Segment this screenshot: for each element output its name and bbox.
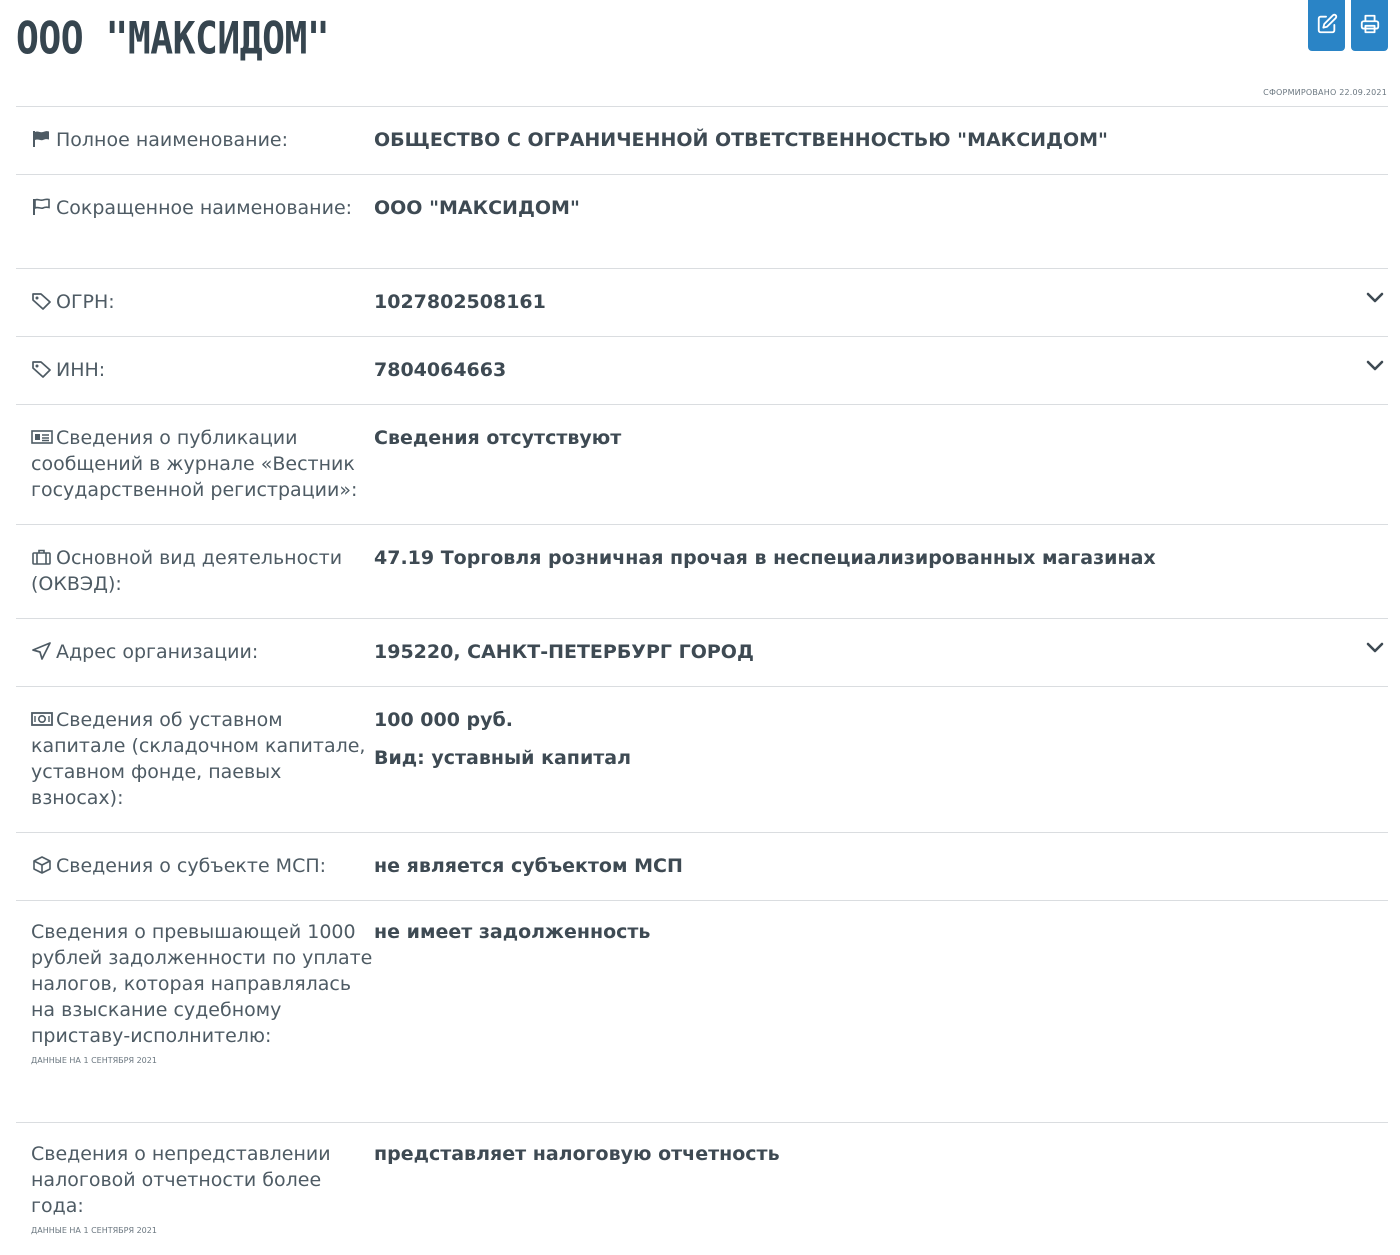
row-value: 7804064663 — [374, 359, 507, 381]
row-value: 47.19 Торговля розничная прочая в неспец… — [374, 547, 1156, 569]
row-ogrn[interactable]: ОГРН: 1027802508161 — [16, 269, 1388, 337]
row-label: Сокращенное наименование: — [16, 175, 374, 268]
tag-icon — [31, 292, 53, 310]
row-inn[interactable]: ИНН: 7804064663 — [16, 337, 1388, 405]
edit-icon — [1316, 13, 1338, 39]
row-label: Сведения об уставном капитале (складочно… — [31, 709, 366, 809]
flag-filled-icon — [31, 130, 53, 148]
row-value: не имеет задолженность — [374, 921, 651, 943]
print-button[interactable] — [1351, 0, 1388, 51]
capital-type: Вид: уставный капитал — [374, 747, 632, 769]
row-value: 100 000 руб. Вид: уставный капитал — [374, 687, 1388, 832]
row-label: Сведения о непредставлении налоговой отч… — [16, 1123, 374, 1255]
row-address[interactable]: Адрес организации: 195220, САНКТ-ПЕТЕРБУ… — [16, 619, 1388, 687]
row-label: Сведения о превышающей 1000 рублей задол… — [31, 921, 373, 1065]
row-value: ООО "МАКСИДОМ" — [374, 197, 580, 219]
row-tax-reporting: Сведения о непредставлении налоговой отч… — [16, 1123, 1388, 1255]
row-label: Адрес организации: — [16, 619, 374, 686]
edit-button[interactable] — [1308, 0, 1345, 51]
generated-date: СФОРМИРОВАНО 22.09.2021 — [1263, 88, 1387, 97]
data-date-note: ДАННЫЕ НА 1 СЕНТЯБРЯ 2021 — [31, 1056, 157, 1065]
location-arrow-icon — [31, 642, 53, 660]
row-value: 195220, САНКТ-ПЕТЕРБУРГ ГОРОД — [374, 641, 754, 663]
row-msp: Сведения о субъекте МСП: не является суб… — [16, 833, 1388, 901]
row-publications: Сведения о публикации сообщений в журнал… — [16, 405, 1388, 525]
page-title: ООО "МАКСИДОМ" — [16, 12, 330, 64]
chevron-down-icon[interactable] — [1366, 291, 1384, 305]
row-label: ИНН: — [16, 337, 374, 404]
row-short-name: Сокращенное наименование: ООО "МАКСИДОМ" — [16, 175, 1388, 269]
row-value: ОБЩЕСТВО С ОГРАНИЧЕННОЙ ОТВЕТСТВЕННОСТЬЮ… — [374, 129, 1108, 151]
row-label: Полное наименование: — [16, 107, 374, 174]
row-value: 1027802508161 — [374, 291, 546, 313]
row-label: Сведения о субъекте МСП: — [16, 833, 374, 900]
row-tax-debt: Сведения о превышающей 1000 рублей задол… — [16, 901, 1388, 1123]
row-label: ОГРН: — [16, 269, 374, 336]
company-details-table: Полное наименование: ОБЩЕСТВО С ОГРАНИЧЕ… — [16, 106, 1388, 1255]
chevron-down-icon[interactable] — [1366, 359, 1384, 373]
row-label: Сведения о публикации сообщений в журнал… — [31, 427, 358, 501]
newspaper-icon — [31, 428, 53, 446]
briefcase-icon — [31, 548, 53, 566]
money-bill-icon — [31, 710, 53, 728]
tag-icon — [31, 360, 53, 378]
row-value: Сведения отсутствуют — [374, 427, 622, 449]
row-value: не является субъектом МСП — [374, 855, 683, 877]
flag-outline-icon — [31, 198, 53, 216]
row-label: Основной вид деятельности (ОКВЭД): — [31, 547, 343, 595]
data-date-note: ДАННЫЕ НА 1 СЕНТЯБРЯ 2021 — [31, 1226, 157, 1235]
print-icon — [1359, 13, 1381, 39]
header-actions — [1308, 0, 1388, 51]
row-okved: Основной вид деятельности (ОКВЭД): 47.19… — [16, 525, 1388, 619]
row-value: представляет налоговую отчетность — [374, 1143, 780, 1165]
capital-amount: 100 000 руб. — [374, 709, 514, 731]
row-full-name: Полное наименование: ОБЩЕСТВО С ОГРАНИЧЕ… — [16, 107, 1388, 175]
row-capital: Сведения об уставном капитале (складочно… — [16, 687, 1388, 833]
cube-icon — [31, 856, 53, 874]
chevron-down-icon[interactable] — [1366, 641, 1384, 655]
